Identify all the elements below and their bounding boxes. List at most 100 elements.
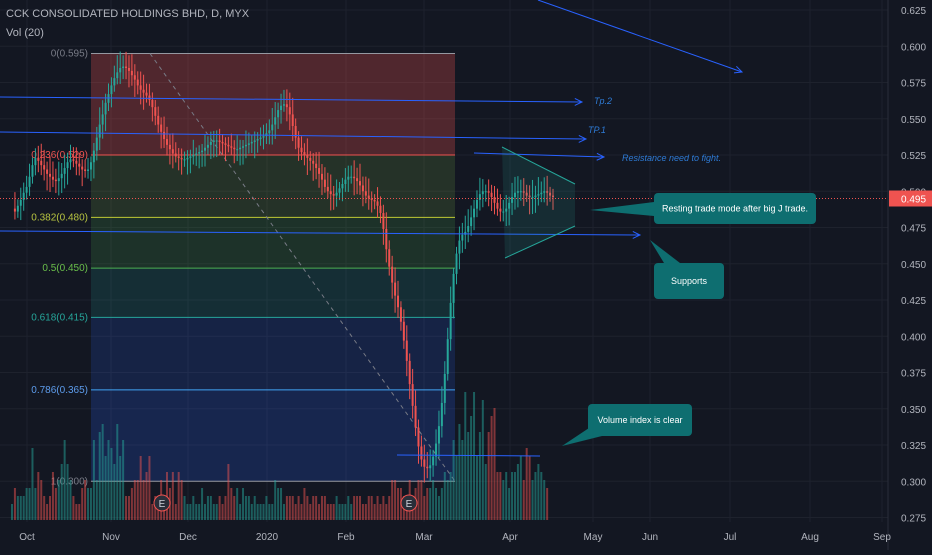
candle-body xyxy=(437,426,440,444)
volume-bar xyxy=(388,496,391,520)
price-chart[interactable]: 0(0.595)0.236(0.529)0.382(0.480)0.5(0.45… xyxy=(0,0,932,550)
volume-bar xyxy=(470,416,473,520)
candle-body xyxy=(250,141,253,144)
candle-body xyxy=(282,104,285,106)
volume-bar xyxy=(174,504,177,520)
candle-body xyxy=(244,144,247,147)
candle-body xyxy=(104,102,107,115)
candle-body xyxy=(171,149,174,154)
volume-bar xyxy=(461,440,464,520)
volume-bar xyxy=(484,464,487,520)
candle-body xyxy=(142,89,145,93)
fib-level-label: 0.382(0.480) xyxy=(31,212,88,223)
time-tick-label: Jul xyxy=(724,532,737,543)
volume-bar xyxy=(356,496,359,520)
volume-bar xyxy=(227,464,230,520)
candle-body xyxy=(411,384,414,406)
volume-bar xyxy=(89,488,92,520)
candle-body xyxy=(189,156,192,158)
volume-bar xyxy=(119,456,122,520)
candle-body xyxy=(165,139,168,145)
candle-body xyxy=(414,405,417,428)
volume-bar xyxy=(171,472,174,520)
volume-bar xyxy=(25,488,28,520)
volume-bar xyxy=(288,496,291,520)
volume-bar xyxy=(28,488,31,520)
candle-body xyxy=(452,273,455,303)
price-tick-label: 0.275 xyxy=(901,514,926,525)
candle-body xyxy=(388,249,391,267)
volume-bar xyxy=(303,488,306,520)
candle-body xyxy=(98,124,101,138)
candle-body xyxy=(315,163,318,169)
candle-body xyxy=(405,340,408,361)
volume-bar xyxy=(423,496,426,520)
volume-bar xyxy=(34,488,37,520)
volume-bar xyxy=(508,488,511,520)
candle-body xyxy=(16,205,19,212)
volume-bar xyxy=(113,464,116,520)
volume-bar xyxy=(244,496,247,520)
volume-bar xyxy=(540,472,543,520)
candle-body xyxy=(218,140,221,142)
candle-body xyxy=(136,79,139,86)
volume-bar xyxy=(458,424,461,520)
candle-body xyxy=(417,427,420,447)
price-tick-label: 0.475 xyxy=(901,224,926,235)
candle-body xyxy=(373,199,376,202)
candle-body xyxy=(323,179,326,187)
candle-body xyxy=(51,176,54,180)
fib-level-label: 0.5(0.450) xyxy=(42,263,88,274)
candle-body xyxy=(291,114,294,126)
volume-bar xyxy=(449,472,452,520)
candle-body xyxy=(239,147,242,150)
price-tick-label: 0.550 xyxy=(901,115,926,126)
time-tick-label: Dec xyxy=(179,532,197,543)
annotation-text: Tp.2 xyxy=(594,96,612,106)
volume-bar xyxy=(417,480,420,520)
candle-body xyxy=(432,456,435,466)
candle-body xyxy=(420,446,423,460)
callout-text: Volume index is clear xyxy=(597,415,682,425)
candle-body xyxy=(247,143,250,145)
current-price-label: 0.495 xyxy=(901,195,926,206)
volume-bar xyxy=(247,496,250,520)
candle-body xyxy=(113,78,116,86)
volume-bar xyxy=(291,496,294,520)
annotation-text: Resistance need to fight. xyxy=(622,153,721,163)
candle-body xyxy=(303,152,306,155)
candle-body xyxy=(361,185,364,192)
candle-body xyxy=(209,141,212,145)
candle-body xyxy=(423,459,426,467)
time-tick-label: Jun xyxy=(642,532,658,543)
volume-bar xyxy=(253,496,256,520)
volume-bar xyxy=(391,480,394,520)
candle-body xyxy=(493,197,496,203)
price-tick-label: 0.375 xyxy=(901,369,926,380)
volume-bar xyxy=(92,440,95,520)
volume-bar xyxy=(198,504,201,520)
candle-body xyxy=(320,173,323,180)
volume-bar xyxy=(478,432,481,520)
candle-body xyxy=(212,140,215,142)
volume-bar xyxy=(323,496,326,520)
volume-bar xyxy=(16,496,19,520)
candle-body xyxy=(335,192,338,196)
chart-panel[interactable]: 0(0.595) 0.236(0.529) 0.382(0.480) 0.5(0.45… xyxy=(0,0,932,550)
candle-body xyxy=(163,131,166,140)
candle-body xyxy=(89,162,92,170)
volume-bar xyxy=(268,504,271,520)
volume-bar xyxy=(98,432,101,520)
volume-bar xyxy=(534,472,537,520)
candle-body xyxy=(84,169,87,171)
volume-bar xyxy=(22,496,25,520)
volume-bar xyxy=(13,488,16,520)
volume-bar xyxy=(455,456,458,520)
volume-bar xyxy=(373,504,376,520)
callout-text: Supports xyxy=(671,276,708,286)
candle-body xyxy=(192,155,195,157)
candle-body xyxy=(356,178,359,182)
candle-body xyxy=(43,165,46,170)
volume-bar xyxy=(95,480,98,520)
candle-body xyxy=(201,150,204,153)
